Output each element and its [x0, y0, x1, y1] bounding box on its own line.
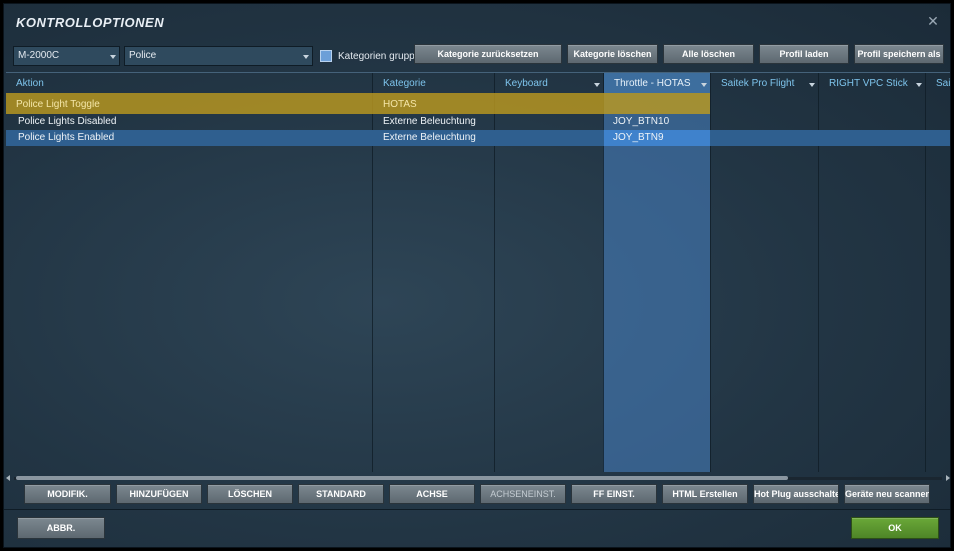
column-header-saitek-pro-flight-label: Saitek Pro Flight	[721, 78, 795, 89]
clear-all-button[interactable]: Alle löschen	[663, 44, 754, 64]
column-header-right-vpc-stick[interactable]: RIGHT VPC Stick	[819, 73, 925, 93]
chevron-down-icon	[701, 83, 707, 87]
ok-button[interactable]: OK	[851, 517, 939, 539]
group-categories-label: Kategorien gruppi	[338, 51, 417, 62]
bindings-grid: Aktion Kategorie Keyboard Throttle - HOT…	[6, 72, 950, 472]
table-row[interactable]: Police Lights Disabled Externe Beleuchtu…	[6, 114, 950, 130]
category-cell: Externe Beleuchtung	[383, 116, 476, 127]
title-bar: KONTROLLOPTIONEN ✕	[4, 4, 950, 40]
column-header-kategorie[interactable]: Kategorie	[373, 73, 494, 93]
load-profile-button[interactable]: Profil laden	[759, 44, 849, 64]
ff-settings-button[interactable]: FF EINST.	[571, 484, 657, 504]
control-options-window: KONTROLLOPTIONEN ✕ M-2000C Police Katego…	[3, 3, 951, 548]
chevron-down-icon	[809, 83, 815, 87]
column-header-keyboard[interactable]: Keyboard	[495, 73, 603, 93]
default-button[interactable]: STANDARD	[298, 484, 384, 504]
add-button[interactable]: HINZUFÜGEN	[116, 484, 202, 504]
group-categories-checkbox[interactable]	[320, 50, 332, 62]
hot-plug-toggle-button[interactable]: Hot Plug ausschalten	[753, 484, 839, 504]
chevron-down-icon	[916, 83, 922, 87]
column-header-saitek-pro-flight[interactable]: Saitek Pro Flight	[711, 73, 818, 93]
action-cell: Police Lights Enabled	[18, 132, 115, 143]
category-cell: Externe Beleuchtung	[383, 132, 476, 143]
close-icon[interactable]: ✕	[926, 14, 940, 28]
binding-cell[interactable]: JOY_BTN9	[604, 130, 710, 146]
footer-divider	[4, 509, 950, 510]
axis-button[interactable]: ACHSE	[389, 484, 475, 504]
horizontal-scrollbar[interactable]	[6, 474, 950, 482]
action-cell: Police Light Toggle	[16, 99, 100, 110]
table-row[interactable]: Police Lights Enabled Externe Beleuchtun…	[6, 130, 950, 146]
action-cell: Police Lights Disabled	[18, 116, 117, 127]
category-select-value: Police	[129, 50, 157, 61]
column-header-keyboard-label: Keyboard	[505, 78, 548, 89]
column-header-saitek[interactable]: Saitek	[926, 73, 950, 93]
axis-settings-button[interactable]: ACHSENEINST.	[480, 484, 566, 504]
scroll-right-icon[interactable]	[946, 475, 950, 481]
cancel-button[interactable]: ABBR.	[17, 517, 105, 539]
rescan-devices-button[interactable]: Geräte neu scannen	[844, 484, 930, 504]
chevron-down-icon	[303, 55, 309, 59]
column-header-aktion[interactable]: Aktion	[6, 73, 372, 93]
table-row[interactable]: Police Light Toggle HOTAS	[6, 93, 710, 114]
scroll-left-icon[interactable]	[6, 475, 10, 481]
column-header-throttle[interactable]: Throttle - HOTAS	[604, 73, 710, 93]
window-title: KONTROLLOPTIONEN	[16, 15, 165, 30]
category-select[interactable]: Police	[124, 46, 313, 66]
selected-device-column	[603, 93, 710, 472]
column-header-throttle-label: Throttle - HOTAS	[614, 78, 691, 89]
scrollbar-thumb[interactable]	[16, 476, 788, 480]
save-profile-as-button[interactable]: Profil speichern als	[854, 44, 944, 64]
chevron-down-icon	[110, 55, 116, 59]
modifier-button[interactable]: MODIFIK.	[24, 484, 111, 504]
toolbar: M-2000C Police Kategorien gruppi Kategor…	[4, 44, 950, 72]
reset-category-button[interactable]: Kategorie zurücksetzen	[414, 44, 562, 64]
binding-cell[interactable]: JOY_BTN10	[613, 114, 669, 130]
chevron-down-icon	[594, 83, 600, 87]
grid-header: Aktion Kategorie Keyboard Throttle - HOT…	[6, 73, 950, 93]
clear-category-button[interactable]: Kategorie löschen	[567, 44, 658, 64]
create-html-button[interactable]: HTML Erstellen	[662, 484, 748, 504]
column-header-right-vpc-stick-label: RIGHT VPC Stick	[829, 78, 908, 89]
delete-button[interactable]: LÖSCHEN	[207, 484, 293, 504]
category-cell: HOTAS	[383, 99, 417, 110]
aircraft-select-value: M-2000C	[18, 50, 60, 61]
aircraft-select[interactable]: M-2000C	[13, 46, 120, 66]
